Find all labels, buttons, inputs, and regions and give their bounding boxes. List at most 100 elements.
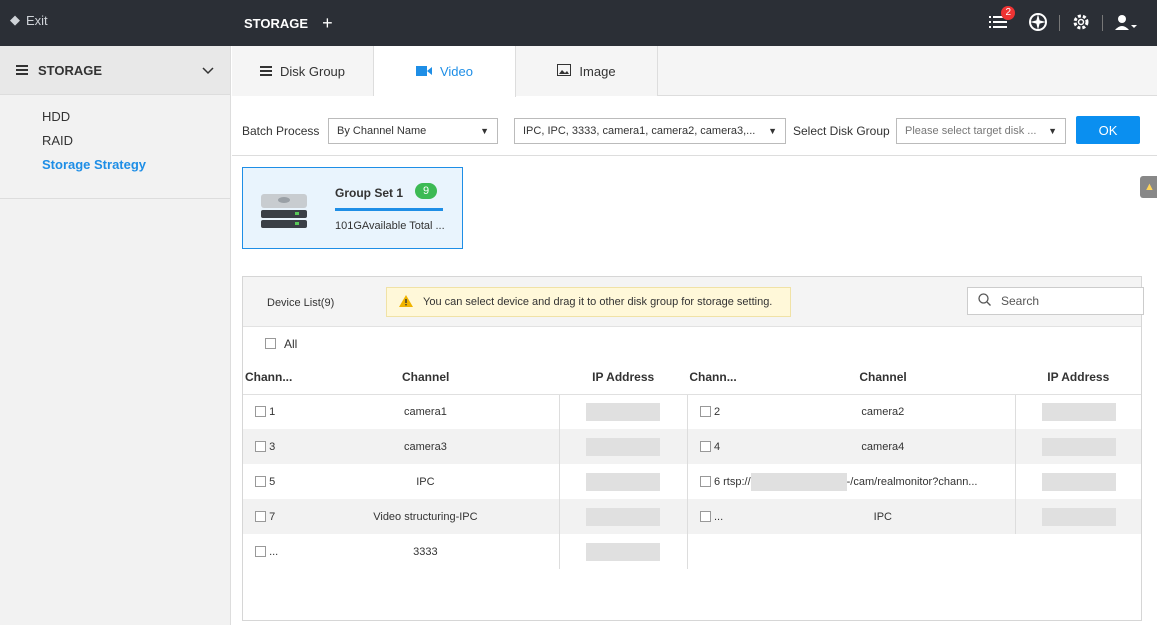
search-placeholder: Search (1001, 294, 1040, 308)
sidebar-header[interactable]: STORAGE (0, 46, 230, 95)
empty-cell (1015, 534, 1141, 569)
aperture-icon[interactable] (1029, 12, 1047, 34)
channel-number: 6 rtsp:// (713, 475, 751, 488)
url-redacted (750, 472, 847, 491)
channel-name: camera3 (292, 429, 559, 464)
ip-address-redacted (586, 437, 661, 456)
tab-disk-group[interactable]: Disk Group (232, 46, 374, 96)
channel-select-value: IPC, IPC, 3333, camera1, camera2, camera… (523, 125, 756, 137)
task-list-icon[interactable]: 2 (989, 5, 1015, 33)
user-icon[interactable] (1115, 14, 1137, 33)
caret-down-icon: ▼ (768, 126, 777, 136)
tab-video-label: Video (439, 64, 473, 79)
channel-number-cell: 3 (243, 429, 293, 464)
gear-icon[interactable] (1072, 13, 1090, 34)
tab-storage[interactable]: STORAGE + (232, 0, 333, 46)
device-list-title: Device List(9) (267, 297, 335, 309)
channel-number: 1 (269, 405, 276, 418)
exit-button[interactable]: ◆ Exit (10, 12, 48, 28)
disk-group-label: Select Disk Group (793, 124, 890, 138)
column-header[interactable]: IP Address (1015, 360, 1141, 395)
ip-address-cell (1015, 394, 1141, 429)
capacity-bar-fill (335, 208, 443, 211)
device-count-badge: 9 (415, 183, 438, 199)
batch-process-select[interactable]: By Channel Name ▼ (328, 118, 498, 144)
table-row[interactable]: ... 3333 (243, 534, 1141, 569)
channel-name: -/cam/realmonitor?chann... (846, 475, 978, 488)
column-header[interactable]: Channel (750, 360, 1016, 395)
ip-address-redacted (586, 542, 661, 561)
tab-video[interactable]: Video (374, 46, 516, 97)
table-row[interactable]: 5 IPC 6 rtsp:// -/cam/realmonitor?chann.… (243, 464, 1141, 499)
hard-disk-icon (259, 190, 309, 233)
ip-address-redacted (586, 402, 661, 421)
column-header[interactable]: Chann... (243, 360, 293, 395)
channel-number-cell: 7 (243, 499, 293, 534)
empty-cell (686, 534, 751, 569)
group-name: Group Set 1 (335, 186, 404, 200)
channel-number: ... (269, 545, 279, 558)
sidebar-menu: HDD RAID Storage Strategy (0, 95, 230, 199)
channel-number-cell: 5 (243, 464, 293, 499)
ok-button[interactable]: OK (1076, 116, 1140, 144)
disk-group-card[interactable]: Group Set 1 9 101GAvailable Total ... (242, 167, 463, 249)
ip-address-cell (1015, 429, 1141, 464)
channel-number-cell: ... (686, 499, 751, 534)
ip-address-redacted (1041, 507, 1116, 526)
table-row[interactable]: 1 camera1 2 camera2 (243, 394, 1141, 429)
channel-name: camera1 (292, 394, 559, 429)
column-header[interactable]: IP Address (559, 360, 688, 395)
menu-icon (16, 63, 28, 78)
row-checkbox[interactable] (255, 476, 266, 488)
select-all-checkbox[interactable] (265, 338, 276, 349)
drag-tip-text: You can select device and drag it to oth… (423, 296, 773, 308)
tab-storage-label: STORAGE (244, 15, 309, 31)
notification-badge: 2 (1001, 5, 1015, 20)
device-list-panel: Device List(9) You can select device and… (242, 276, 1144, 621)
sub-tab-bar: Disk Group Video Image (232, 46, 1157, 97)
batch-toolbar: Batch Process By Channel Name ▼ IPC, IPC… (232, 96, 1157, 156)
channel-name-cell: -/cam/realmonitor?chann... (750, 464, 1016, 499)
ip-address-cell (558, 394, 688, 429)
channel-number: 5 (269, 475, 276, 488)
tab-image[interactable]: Image (516, 46, 658, 96)
row-checkbox[interactable] (699, 511, 711, 523)
column-header[interactable]: Chann... (687, 360, 751, 395)
channel-number-cell: 1 (243, 394, 293, 429)
capacity-text: 101GAvailable Total ... (335, 220, 445, 232)
select-all-label: All (284, 336, 298, 351)
sidebar-item-storage-strategy[interactable]: Storage Strategy (42, 153, 230, 177)
sidebar: STORAGE HDD RAID Storage Strategy (0, 46, 231, 625)
row-checkbox[interactable] (255, 406, 266, 418)
channel-select[interactable]: IPC, IPC, 3333, camera1, camera2, camera… (514, 118, 786, 144)
table-row[interactable]: 7 Video structuring-IPC ... IPC (243, 499, 1141, 534)
search-input[interactable]: Search (967, 287, 1144, 315)
sidebar-item-raid[interactable]: RAID (42, 129, 230, 153)
chevron-down-icon[interactable] (202, 63, 214, 78)
disk-group-select[interactable]: Please select target disk ... ▼ (896, 118, 1066, 144)
ip-address-cell (1015, 464, 1141, 499)
sidebar-title: STORAGE (38, 62, 103, 78)
tab-image-label: Image (579, 63, 616, 79)
row-checkbox[interactable] (255, 546, 266, 558)
row-checkbox[interactable] (255, 441, 266, 453)
ip-address-cell (558, 499, 688, 534)
row-checkbox[interactable] (699, 406, 711, 418)
top-bar: ◆ Exit STORAGE + 2 (0, 0, 1157, 46)
channel-name: 3333 (292, 534, 559, 569)
channel-number-cell: 4 (686, 429, 751, 464)
row-checkbox[interactable] (699, 441, 711, 453)
channel-number-cell: 6 rtsp:// (686, 464, 751, 499)
caret-down-icon: ▼ (1048, 126, 1057, 136)
batch-process-value: By Channel Name (337, 125, 427, 137)
ip-address-redacted (586, 507, 661, 526)
column-header[interactable]: Channel (292, 360, 559, 395)
add-tab-button[interactable]: + (322, 13, 333, 34)
table-row[interactable]: 3 camera3 4 camera4 (243, 429, 1141, 464)
row-checkbox[interactable] (699, 476, 711, 488)
warning-badge[interactable]: ▲ 76 (1140, 176, 1157, 198)
search-icon (978, 293, 991, 309)
sidebar-item-hdd[interactable]: HDD (42, 105, 230, 129)
row-checkbox[interactable] (255, 511, 266, 523)
select-all-row: All (243, 327, 1141, 360)
